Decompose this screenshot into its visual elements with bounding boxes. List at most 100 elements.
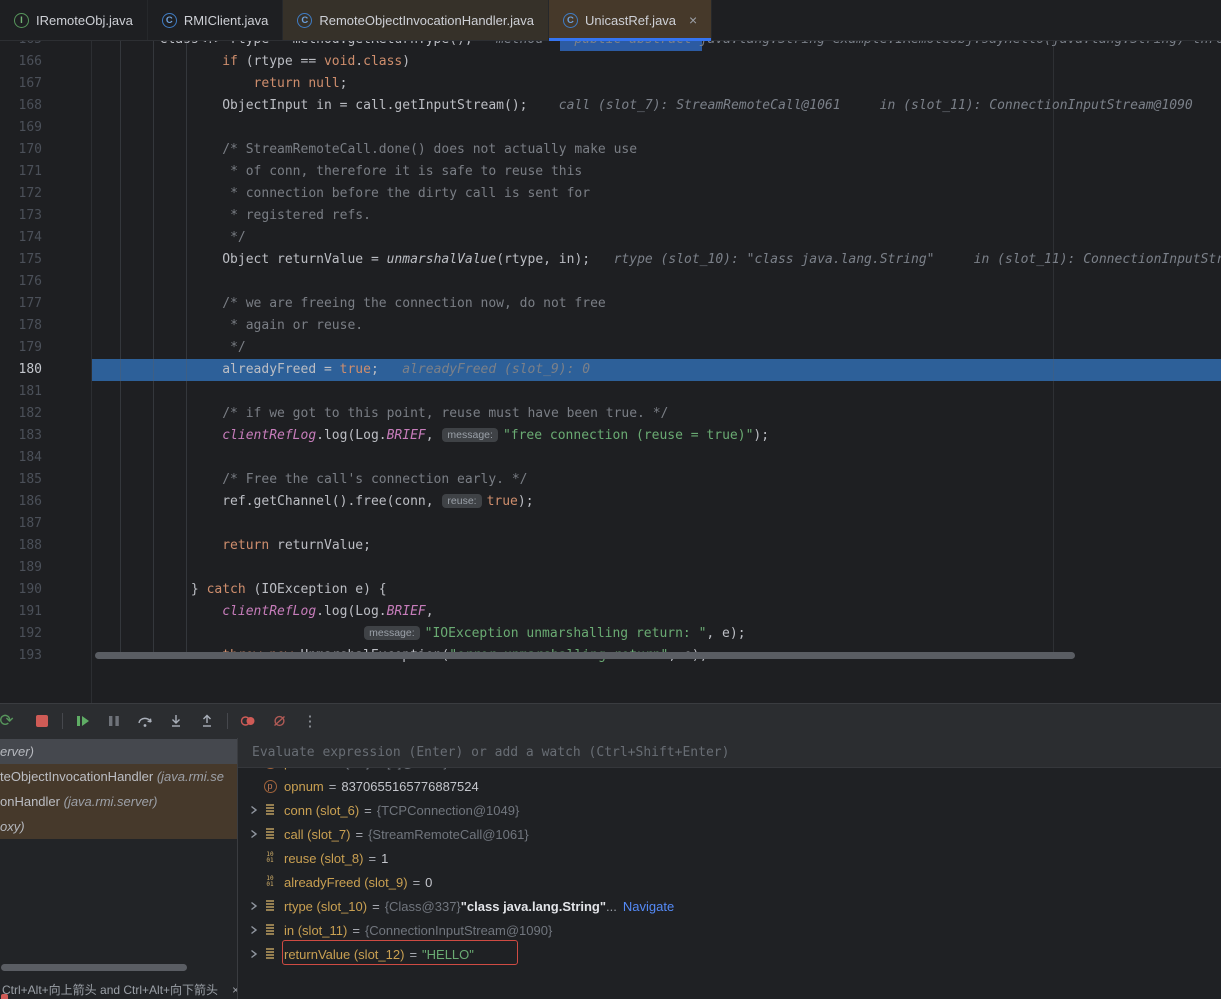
equals-sign: = bbox=[347, 923, 365, 938]
code-text bbox=[97, 557, 222, 579]
code-text: * registered refs. bbox=[97, 205, 371, 227]
step-out-icon[interactable] bbox=[196, 710, 218, 732]
variable-row-reuse[interactable]: 1001reuse (slot_8)=1 bbox=[238, 846, 1221, 870]
resume-icon[interactable] bbox=[72, 710, 94, 732]
keyword-token: true bbox=[340, 362, 371, 377]
right-margin-guide bbox=[1053, 41, 1054, 653]
evaluate-placeholder: Evaluate expression (Enter) or add a wat… bbox=[252, 745, 729, 760]
code-line-192: 192 message:"IOException unmarshalling r… bbox=[0, 623, 1221, 645]
variable-row-returnValue[interactable]: returnValue (slot_12)="HELLO" bbox=[238, 942, 1221, 966]
view-breakpoints-icon[interactable] bbox=[237, 710, 259, 732]
code-line-190: 190 } catch (IOException e) { bbox=[0, 579, 1221, 601]
variable-name: returnValue (slot_12) bbox=[284, 947, 404, 962]
frames-horizontal-scrollbar[interactable] bbox=[1, 964, 187, 971]
keyword-token: catch bbox=[207, 582, 246, 597]
code-line-188: 188 return returnValue; bbox=[0, 535, 1221, 557]
code-line-183: 183 clientRefLog.log(Log.BRIEF, message:… bbox=[0, 425, 1221, 447]
code-text: /* if we got to this point, reuse must h… bbox=[97, 403, 668, 425]
variable-row-conn[interactable]: conn (slot_6)={TCPConnection@1049} bbox=[238, 798, 1221, 822]
variable-row-in[interactable]: in (slot_11)={ConnectionInputStream@1090… bbox=[238, 918, 1221, 942]
mute-breakpoints-icon[interactable] bbox=[268, 710, 290, 732]
pause-icon[interactable] bbox=[103, 710, 125, 732]
variable-icon-wrap bbox=[262, 947, 278, 962]
code-line-166: 166 if (rtype == void.class) bbox=[0, 51, 1221, 73]
step-over-icon[interactable] bbox=[134, 710, 156, 732]
line-number: 191 bbox=[0, 601, 42, 623]
expand-chevron-icon[interactable] bbox=[246, 901, 262, 911]
indent-guide bbox=[120, 41, 121, 653]
line-number: 172 bbox=[0, 183, 42, 205]
tab-label: UnicastRef.java bbox=[585, 13, 676, 28]
rerun-debug-icon[interactable]: ⟳ bbox=[0, 710, 22, 732]
line-number: 174 bbox=[0, 227, 42, 249]
editor-horizontal-scrollbar[interactable] bbox=[95, 652, 1075, 659]
tab-remoteobjectinvocationhandler-java[interactable]: CRemoteObjectInvocationHandler.java bbox=[283, 0, 549, 40]
code-line-175: 175 Object returnValue = unmarshalValue(… bbox=[0, 249, 1221, 271]
stack-frame-row[interactable]: teObjectInvocationHandler (java.rmi.se bbox=[0, 764, 237, 789]
stack-frame-row[interactable]: onHandler (java.rmi.server) bbox=[0, 789, 237, 814]
variable-row-rtype[interactable]: rtype (slot_10)={Class@337} "class java.… bbox=[238, 894, 1221, 918]
line-number: 190 bbox=[0, 579, 42, 601]
code-token: ) bbox=[402, 54, 410, 69]
keyword-token: class bbox=[363, 54, 402, 69]
tab-iremoteobj-java[interactable]: IIRemoteObj.java bbox=[0, 0, 148, 40]
code-token: alreadyFreed = bbox=[222, 362, 339, 377]
variable-name: in (slot_11) bbox=[284, 923, 347, 938]
stack-frame-row[interactable]: oxy) bbox=[0, 814, 237, 839]
line-number: 183 bbox=[0, 425, 42, 447]
comment-token: /* if we got to this point, reuse must h… bbox=[222, 406, 668, 421]
tab-label: IRemoteObj.java bbox=[36, 13, 133, 28]
code-line-167: 167 return null; bbox=[0, 73, 1221, 95]
variable-row-alreadyFreed[interactable]: 1001alreadyFreed (slot_9)=0 bbox=[238, 870, 1221, 894]
variable-name: conn (slot_6) bbox=[284, 803, 359, 818]
slot-variable-icon bbox=[264, 947, 276, 962]
comment-token: * registered refs. bbox=[230, 208, 371, 223]
variable-value: "HELLO" bbox=[422, 947, 474, 962]
keyword-token: return bbox=[254, 76, 301, 91]
variable-value: {TCPConnection@1049} bbox=[377, 803, 520, 818]
stop-icon[interactable] bbox=[31, 710, 53, 732]
code-text: return returnValue; bbox=[97, 535, 371, 557]
tab-unicastref-java[interactable]: C UnicastRef.java × bbox=[549, 0, 712, 40]
expand-chevron-icon[interactable] bbox=[246, 949, 262, 959]
code-text: * of conn, therefore it is safe to reuse… bbox=[97, 161, 582, 183]
expand-chevron-icon[interactable] bbox=[246, 805, 262, 815]
code-token: . bbox=[355, 54, 363, 69]
code-token: returnValue; bbox=[269, 538, 371, 553]
variable-icon-wrap: 1001 bbox=[262, 852, 278, 864]
stack-frame-row[interactable]: erver) bbox=[0, 739, 237, 764]
code-editor[interactable]: 165 Class<?> rtype = method.getReturnTyp… bbox=[0, 41, 1221, 703]
variable-row-call[interactable]: call (slot_7)={StreamRemoteCall@1061} bbox=[238, 822, 1221, 846]
expand-chevron-icon[interactable] bbox=[246, 829, 262, 839]
code-line-165: 165 Class<?> rtype = method.getReturnTyp… bbox=[0, 41, 1221, 51]
code-text bbox=[97, 117, 222, 139]
tab-rmiclient-java[interactable]: CRMIClient.java bbox=[148, 0, 284, 40]
evaluate-expression-input[interactable]: Evaluate expression (Enter) or add a wat… bbox=[238, 738, 1221, 768]
class-icon: C bbox=[563, 13, 578, 28]
code-token: } bbox=[191, 582, 207, 597]
frames-panel: NG erver)teObjectInvocationHandler (java… bbox=[0, 738, 237, 999]
code-text: ObjectInput in = call.getInputStream(); … bbox=[97, 95, 1193, 117]
line-number: 173 bbox=[0, 205, 42, 227]
code-token: unmarshalValue bbox=[387, 252, 497, 267]
variable-icon-wrap: p bbox=[262, 780, 278, 793]
step-into-icon[interactable] bbox=[165, 710, 187, 732]
more-options-icon[interactable]: ⋮ bbox=[299, 710, 321, 732]
equals-sign: = bbox=[359, 803, 377, 818]
code-line-170: 170 /* StreamRemoteCall.done() does not … bbox=[0, 139, 1221, 161]
code-token: , bbox=[426, 604, 434, 619]
line-number: 169 bbox=[0, 117, 42, 139]
variable-value: ... bbox=[606, 899, 617, 914]
frame-text: teObjectInvocationHandler bbox=[0, 769, 157, 784]
code-text: /* we are freeing the connection now, do… bbox=[97, 293, 606, 315]
shortcut-hint-banner: Ctrl+Alt+向上箭头 and Ctrl+Alt+向下箭头× bbox=[2, 981, 237, 998]
code-line-181: 181 bbox=[0, 381, 1221, 403]
class-icon: C bbox=[297, 13, 312, 28]
tab-close-icon[interactable]: × bbox=[689, 13, 697, 27]
variable-row-opnum[interactable]: popnum=8370655165776887524 bbox=[238, 774, 1221, 798]
frame-text: oxy) bbox=[0, 819, 25, 834]
code-token: clientRefLog bbox=[222, 604, 316, 619]
expand-chevron-icon[interactable] bbox=[246, 925, 262, 935]
navigate-link[interactable]: Navigate bbox=[623, 899, 674, 914]
variable-value: {Class@337} bbox=[385, 899, 461, 914]
